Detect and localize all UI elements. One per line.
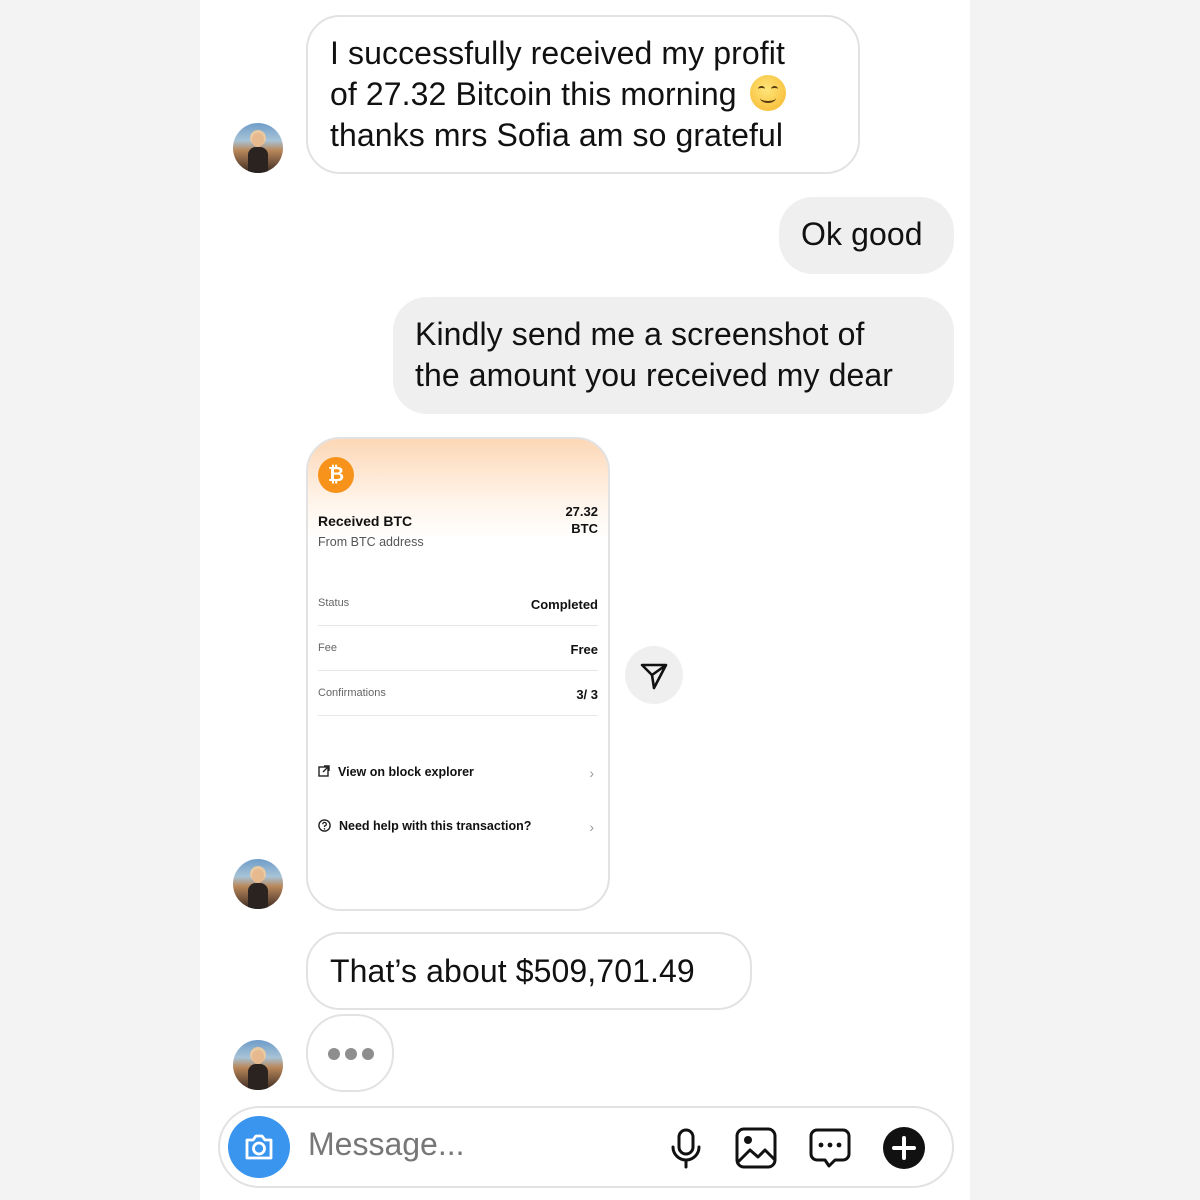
message-composer[interactable]: Message...	[218, 1106, 954, 1188]
typing-indicator	[306, 1014, 394, 1092]
message-text: Ok good	[801, 216, 923, 252]
chevron-right-icon: ›	[589, 765, 594, 781]
view-block-explorer-link[interactable]: View on block explorer	[318, 765, 474, 779]
status-label: Status	[318, 597, 350, 609]
typing-dot	[362, 1048, 374, 1060]
receipt-title: Received BTC	[318, 513, 413, 529]
link-label: View on block explorer	[338, 765, 474, 779]
outgoing-message-bubble[interactable]: Kindly send me a screenshot of the amoun…	[393, 297, 954, 414]
fee-label: Fee	[318, 642, 337, 654]
avatar-body	[248, 1064, 268, 1090]
message-line: the amount you received my dear	[415, 357, 894, 393]
receipt-subtitle: From BTC address	[318, 535, 424, 549]
amount-unit: BTC	[571, 521, 598, 536]
message-line: Kindly send me a screenshot of	[415, 316, 865, 352]
send-paper-plane-icon	[640, 663, 668, 690]
external-link-icon	[318, 765, 330, 777]
outgoing-message-bubble[interactable]: Ok good	[779, 197, 954, 274]
fee-value: Free	[570, 642, 598, 657]
message-input[interactable]: Message...	[308, 1126, 465, 1163]
transaction-help-link[interactable]: Need help with this transaction?	[318, 819, 531, 833]
avatar-head	[252, 869, 264, 883]
divider	[318, 670, 598, 671]
incoming-message-bubble[interactable]: That’s about $509,701.49	[306, 932, 752, 1010]
divider	[318, 715, 598, 716]
confirmations-value: 3/ 3	[576, 687, 598, 702]
message-line: of 27.32 Bitcoin this morning	[330, 74, 836, 115]
camera-icon	[245, 1134, 273, 1160]
bitcoin-icon: ₿	[318, 457, 354, 493]
typing-dot	[345, 1048, 357, 1060]
contact-avatar[interactable]	[233, 123, 283, 173]
confirmations-label: Confirmations	[318, 687, 386, 699]
avatar-head	[252, 133, 264, 147]
gallery-icon[interactable]	[734, 1126, 778, 1170]
help-circle-icon	[318, 819, 331, 832]
contact-avatar[interactable]	[233, 859, 283, 909]
message-line: thanks mrs Sofia am so grateful	[330, 117, 784, 153]
divider	[318, 625, 598, 626]
message-line: I successfully received my profit	[330, 35, 786, 71]
contact-avatar[interactable]	[233, 1040, 283, 1090]
transaction-screenshot-card[interactable]: ₿ Received BTC From BTC address 27.32 BT…	[306, 437, 610, 911]
incoming-message-bubble[interactable]: I successfully received my profit of 27.…	[306, 15, 860, 174]
add-circle-icon[interactable]	[882, 1126, 926, 1170]
amount-value: 27.32	[565, 504, 598, 519]
link-label: Need help with this transaction?	[339, 819, 532, 833]
avatar-head	[252, 1050, 264, 1064]
smiling-face-emoji-icon	[749, 75, 786, 111]
chat-thread[interactable]: I successfully received my profit of 27.…	[200, 0, 970, 1200]
avatar-body	[248, 147, 268, 173]
microphone-icon[interactable]	[664, 1126, 708, 1170]
sticker-chat-icon[interactable]	[808, 1126, 852, 1170]
share-button[interactable]	[625, 646, 683, 704]
typing-dot	[328, 1048, 340, 1060]
message-text: That’s about $509,701.49	[330, 953, 695, 989]
chevron-right-icon: ›	[589, 819, 594, 835]
receipt-amount: 27.32 BTC	[565, 503, 598, 537]
camera-button[interactable]	[228, 1116, 290, 1178]
status-value: Completed	[530, 597, 598, 612]
avatar-body	[248, 883, 268, 909]
